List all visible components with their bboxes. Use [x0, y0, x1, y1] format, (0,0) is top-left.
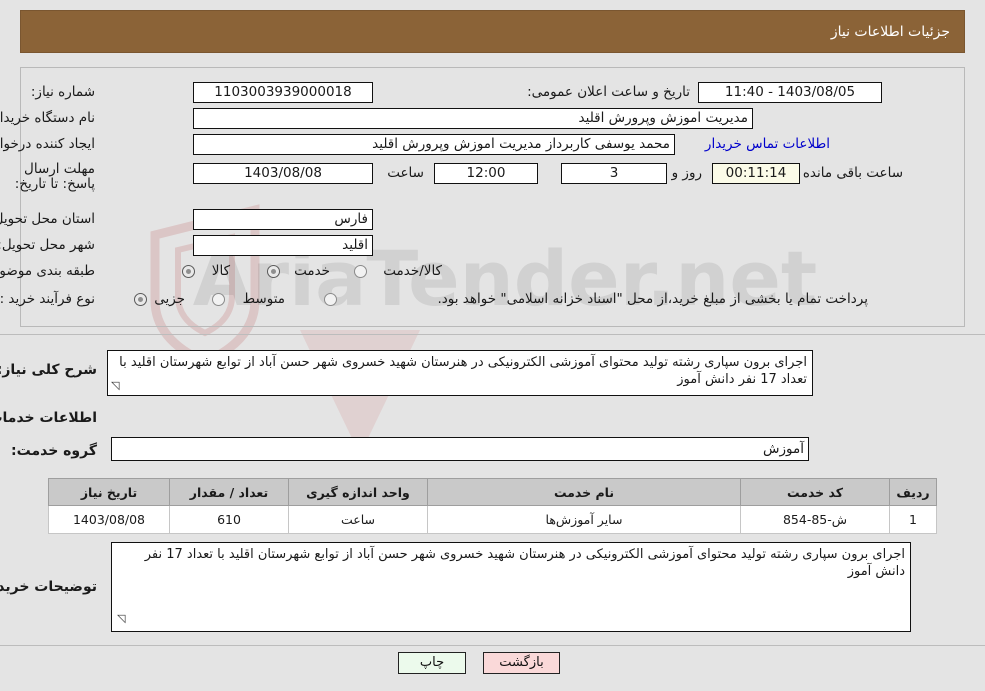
page-title: جزئیات اطلاعات نیاز [830, 23, 950, 40]
table-header-row: ردیف کد خدمت نام خدمت واحد اندازه گیری ت… [48, 478, 937, 506]
category-option-kala-khedmat-label[interactable]: کالا/خدمت [383, 263, 442, 279]
buyer-notes-label: توضیحات خریدار: [0, 579, 97, 595]
column-header-need-date: تاریخ نیاز [48, 478, 170, 506]
page-root: AriaTender.net جزئیات اطلاعات نیاز شماره… [0, 0, 985, 691]
deadline-hour-value: 12:00 [434, 163, 538, 184]
city-value: اقلید [193, 235, 373, 256]
need-number-label: شماره نیاز: [30, 84, 95, 100]
section-divider-top [0, 334, 985, 335]
deadline-date-value: 1403/08/08 [193, 163, 373, 184]
back-button[interactable]: بازگشت [483, 652, 560, 674]
deadline-hour-label: ساعت [387, 165, 424, 181]
column-header-row-no: ردیف [889, 478, 937, 506]
category-radio-kala[interactable] [182, 265, 195, 278]
cell-need-date: 1403/08/08 [48, 505, 170, 534]
request-creator-label: ایجاد کننده درخواست: [0, 136, 95, 152]
buyer-notes-textarea[interactable]: اجرای برون سپاری رشته تولید محتوای آموزش… [111, 542, 911, 632]
section-divider-bottom [0, 645, 985, 646]
category-radio-kala-khedmat[interactable] [354, 265, 367, 278]
table-row[interactable]: 1 ش-85-854 سایر آموزش‌ها ساعت 610 1403/0… [48, 505, 937, 534]
category-radio-khedmat[interactable] [267, 265, 280, 278]
summary-textarea[interactable]: اجرای برون سپاری رشته تولید محتوای آموزش… [107, 350, 813, 396]
service-group-value[interactable]: آموزش [111, 437, 809, 461]
need-info-panel [20, 67, 965, 327]
process-type-option-motavasset-label[interactable]: متوسط [243, 291, 285, 307]
request-creator-value: محمد یوسفی کاربرداز مدیریت اموزش وپرورش … [193, 134, 675, 155]
resize-grip-icon-notes[interactable]: ◸ [117, 612, 125, 625]
category-label: طبقه بندی موضوعی: [0, 263, 95, 279]
service-group-label: گروه خدمت: [11, 443, 97, 459]
services-section-heading: اطلاعات خدمات مورد نیاز [0, 410, 97, 426]
remaining-days-label: روز و [671, 165, 702, 181]
province-value: فارس [193, 209, 373, 230]
process-type-option-jozee-label[interactable]: جزیی [154, 291, 185, 307]
countdown-label: ساعت باقی مانده [802, 165, 903, 181]
cell-quantity: 610 [169, 505, 289, 534]
services-table: ردیف کد خدمت نام خدمت واحد اندازه گیری ت… [48, 478, 937, 534]
print-button[interactable]: چاپ [398, 652, 466, 674]
province-label: استان محل تحویل: [0, 211, 95, 227]
deadline-label: مهلت ارسال پاسخ: تا تاریخ: [14, 161, 95, 192]
summary-label: شرح کلی نیاز: [0, 362, 97, 378]
buyer-org-label: نام دستگاه خریدار: [0, 110, 95, 126]
window-title-bar: جزئیات اطلاعات نیاز [20, 10, 965, 53]
cell-row-no: 1 [889, 505, 937, 534]
process-type-label: نوع فرآیند خرید : [0, 291, 95, 307]
remaining-days-value: 3 [561, 163, 667, 184]
process-type-radio-motavasset[interactable] [212, 293, 225, 306]
cell-service-code: ش-85-854 [740, 505, 890, 534]
buyer-contact-link[interactable]: اطلاعات تماس خریدار [705, 136, 830, 152]
need-number-value: 1103003939000018 [193, 82, 373, 103]
treasury-note-text: پرداخت تمام یا بخشی از مبلغ خرید،از محل … [437, 291, 868, 307]
buyer-org-value: مدیریت اموزش وپرورش اقلید [193, 108, 753, 129]
column-header-quantity: تعداد / مقدار [169, 478, 289, 506]
cell-unit: ساعت [288, 505, 428, 534]
treasury-note-radio[interactable] [324, 293, 337, 306]
announce-datetime-value: 1403/08/05 - 11:40 [698, 82, 882, 103]
city-label: شهر محل تحویل: [0, 237, 95, 253]
announce-datetime-label: تاریخ و ساعت اعلان عمومی: [527, 84, 690, 100]
resize-grip-icon[interactable]: ◸ [111, 379, 119, 392]
cell-service-name: سایر آموزش‌ها [427, 505, 741, 534]
column-header-service-name: نام خدمت [427, 478, 741, 506]
column-header-service-code: کد خدمت [740, 478, 890, 506]
process-type-radio-jozee[interactable] [134, 293, 147, 306]
category-option-kala-label[interactable]: کالا [212, 263, 230, 279]
category-option-khedmat-label[interactable]: خدمت [294, 263, 330, 279]
column-header-unit: واحد اندازه گیری [288, 478, 428, 506]
countdown-value: 00:11:14 [712, 163, 800, 184]
